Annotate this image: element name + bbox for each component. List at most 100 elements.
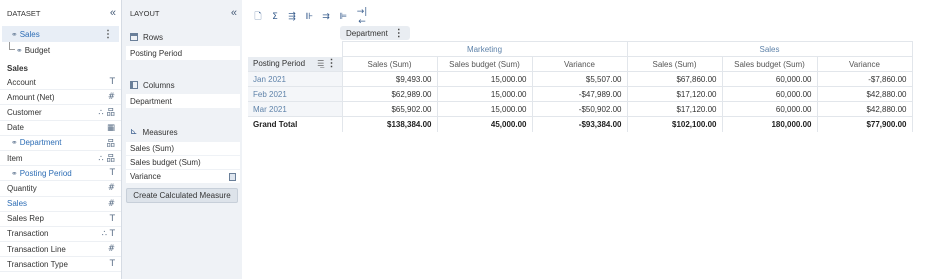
number-type-icon: #	[107, 198, 115, 209]
row-header-posting-period[interactable]: Posting Period ☰̲ ⋮	[248, 56, 343, 72]
field-account[interactable]: Account T	[0, 75, 121, 91]
field-label: Quantity	[7, 183, 37, 193]
measures-title-label: Measures	[142, 127, 178, 137]
total-cell: -$93,384.00	[532, 116, 628, 132]
cell: $42,880.00	[817, 86, 913, 102]
total-cell: 180,000.00	[722, 116, 818, 132]
field-item[interactable]: Item ∴ 品	[0, 151, 121, 167]
corner-cell	[248, 41, 342, 57]
field-label: Amount (Net)	[7, 92, 55, 102]
dataset-header: DATASET «	[0, 0, 121, 26]
field-posting-period[interactable]: ⚭ Posting Period T	[0, 166, 121, 182]
field-label-wrap: ⚭ Department	[11, 138, 62, 147]
hierarchy-type-icon: ∴ 品	[98, 108, 115, 119]
measure-item[interactable]: Sales budget (Sum)	[126, 156, 240, 169]
more-options-icon[interactable]: ⋮	[103, 29, 113, 40]
cell: $17,120.00	[627, 101, 723, 117]
dataset-panel: DATASET « ⚭ Sales ⋮ ⚭ Budget Sales Accou…	[0, 0, 122, 279]
dataset-item-label: Sales	[19, 29, 40, 39]
field-sales-rep[interactable]: Sales Rep T	[0, 212, 121, 227]
cell: -$47,989.00	[532, 86, 628, 102]
field-label: Account	[7, 77, 36, 87]
measures-icon: ⊾	[130, 127, 138, 137]
field-customer[interactable]: Customer ∴ 品	[0, 105, 121, 121]
link-icon: ⚭	[16, 45, 23, 55]
new-document-icon[interactable]: 🗋	[252, 9, 264, 25]
link-icon: ⚭	[11, 29, 18, 39]
rows-item-posting-period[interactable]: Posting Period	[126, 46, 240, 60]
field-transaction-line[interactable]: Transaction Line #	[0, 242, 121, 258]
row-header-tools: ☰̲ ⋮	[311, 58, 336, 69]
pivot-table: Marketing Sales Posting Period ☰̲ ⋮ Sale…	[248, 41, 913, 132]
hierarchy-text-type-icon: ∴ T	[101, 228, 115, 239]
table-row: Jan 2021 $9,493.00 15,000.00 $5,507.00 $…	[248, 71, 913, 87]
cell: $5,507.00	[532, 71, 628, 87]
field-transaction-type[interactable]: Transaction Type T	[0, 257, 121, 273]
hierarchy-type-icon: 品	[106, 138, 115, 149]
number-type-icon: #	[107, 183, 115, 194]
expand-icon[interactable]: ⊫	[337, 12, 349, 22]
columns-item-department[interactable]: Department	[126, 94, 240, 108]
format-icon[interactable]: ⇶	[286, 12, 298, 22]
column-header: Sales (Sum)	[341, 56, 438, 72]
group-header-sales: Sales	[627, 41, 913, 57]
layout-title: LAYOUT	[130, 8, 160, 18]
field-sales[interactable]: Sales #	[0, 197, 121, 212]
column-header: Sales budget (Sum)	[437, 56, 533, 72]
sort-icon[interactable]: ☰̲	[317, 59, 324, 68]
hierarchy-type-icon: ∴ 品	[98, 154, 115, 165]
rows-icon	[130, 33, 138, 41]
field-label: Transaction	[7, 229, 49, 239]
cell: 60,000.00	[722, 101, 818, 117]
field-department[interactable]: ⚭ Department 品	[0, 136, 121, 151]
sum-icon[interactable]: Σ	[269, 12, 281, 22]
column-chip-label: Department	[346, 28, 388, 38]
app: DATASET « ⚭ Sales ⋮ ⚭ Budget Sales Accou…	[0, 0, 940, 279]
text-type-icon: T	[109, 168, 115, 179]
swap-icon[interactable]: ⇉	[320, 12, 332, 22]
dataset-title: DATASET	[7, 8, 41, 18]
cell: -$7,860.00	[817, 71, 913, 87]
create-calculated-measure-button[interactable]: Create Calculated Measure	[126, 188, 238, 203]
table-row: Mar 2021 $65,902.00 15,000.00 -$50,902.0…	[248, 101, 913, 117]
dataset-item-budget[interactable]: ⚭ Budget	[0, 42, 121, 58]
cell: 60,000.00	[722, 71, 818, 87]
column-header: Variance	[817, 56, 913, 72]
fit-width-icon[interactable]: →|←	[354, 7, 370, 27]
rows-zone-title: Rows	[122, 30, 242, 44]
number-type-icon: #	[107, 92, 115, 103]
grand-total-row: Grand Total $138,384.00 45,000.00 -$93,3…	[248, 116, 913, 132]
columns-layout-icon[interactable]: ⊪	[303, 12, 315, 22]
collapse-dataset-icon[interactable]: «	[110, 7, 116, 19]
cell: 15,000.00	[437, 101, 533, 117]
total-cell: $77,900.00	[817, 116, 913, 132]
field-amount-net[interactable]: Amount (Net) #	[0, 90, 121, 106]
total-cell: $138,384.00	[342, 116, 438, 132]
field-label: Transaction Line	[7, 244, 66, 254]
column-header: Sales budget (Sum)	[722, 56, 818, 72]
more-options-icon[interactable]: ⋮	[394, 28, 404, 39]
field-date[interactable]: Date ▦	[0, 121, 121, 136]
text-type-icon: T	[109, 259, 115, 270]
columns-zone-title: Columns	[122, 78, 242, 92]
table-row: Feb 2021 $62,989.00 15,000.00 -$47,989.0…	[248, 86, 913, 102]
grand-total-label: Grand Total	[248, 116, 343, 132]
collapse-layout-icon[interactable]: «	[231, 7, 237, 19]
measure-item[interactable]: Variance	[126, 170, 240, 183]
dataset-item-sales[interactable]: ⚭ Sales ⋮	[2, 26, 119, 42]
more-options-icon[interactable]: ⋮	[327, 58, 337, 69]
field-quantity[interactable]: Quantity #	[0, 181, 121, 197]
field-transaction[interactable]: Transaction ∴ T	[0, 227, 121, 243]
measure-item[interactable]: Sales (Sum)	[126, 142, 240, 155]
field-label: Sales Rep	[7, 214, 44, 224]
toolbar: 🗋 Σ ⇶ ⊪ ⇉ ⊫ →|←	[252, 7, 370, 27]
column-header: Variance	[532, 56, 628, 72]
cell: 60,000.00	[722, 86, 818, 102]
measure-label: Sales budget (Sum)	[130, 158, 201, 167]
row-label: Feb 2021	[248, 86, 343, 102]
cell: $65,902.00	[342, 101, 438, 117]
column-chip-department[interactable]: Department ⋮	[340, 26, 410, 40]
field-label: Customer	[7, 107, 42, 117]
field-label: Sales	[7, 199, 28, 209]
row-label: Mar 2021	[248, 101, 343, 117]
